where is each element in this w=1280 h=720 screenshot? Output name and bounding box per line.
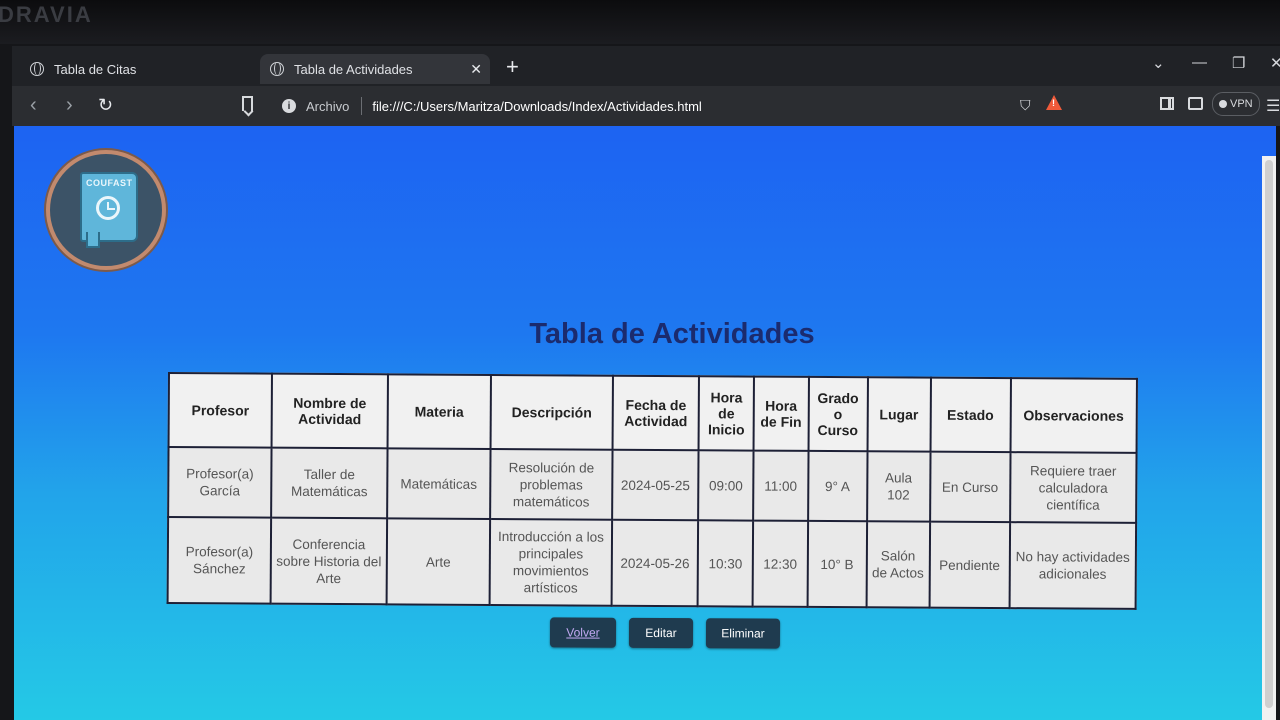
- editar-button[interactable]: Editar: [628, 617, 694, 649]
- tab-title: Tabla de Citas: [54, 61, 137, 77]
- table-cell: No hay actividades adicionales: [1009, 522, 1137, 609]
- wallet-icon[interactable]: [1188, 97, 1203, 110]
- close-tab-icon[interactable]: ✕: [470, 61, 482, 78]
- address-bar[interactable]: i Archivo file:///C:/Users/Maritza/Downl…: [274, 91, 1074, 121]
- sidebar-toggle-icon[interactable]: [1160, 97, 1174, 110]
- reload-button[interactable]: ↻: [98, 95, 113, 115]
- clock-icon: [96, 196, 120, 220]
- table-row: Profesor(a) Sánchez Conferencia sobre Hi…: [167, 517, 1137, 609]
- table-cell: 10° B: [807, 520, 867, 608]
- table-cell: 11:00: [753, 450, 809, 521]
- volver-button[interactable]: Volver: [549, 617, 617, 648]
- column-header: Materia: [387, 374, 491, 449]
- table-cell: Salón de Actos: [866, 521, 930, 608]
- forward-button[interactable]: ›: [66, 95, 73, 115]
- column-header: Descripción: [490, 374, 613, 450]
- eliminar-button[interactable]: Eliminar: [705, 618, 781, 649]
- tab-title: Tabla de Actividades: [294, 61, 413, 77]
- vpn-button[interactable]: VPN: [1212, 92, 1260, 116]
- restore-button[interactable]: ❐: [1232, 54, 1245, 72]
- menu-icon[interactable]: ☰: [1266, 96, 1280, 116]
- table-cell: Arte: [386, 518, 491, 605]
- column-header: Observaciones: [1010, 378, 1137, 453]
- info-icon[interactable]: i: [282, 99, 296, 113]
- bookmark-ribbon-icon: [86, 232, 100, 248]
- column-header: Estado: [930, 377, 1011, 453]
- scrollbar-thumb[interactable]: [1265, 160, 1273, 708]
- action-buttons: Volver Editar Eliminar: [549, 617, 781, 649]
- table-cell: Introducción a los principales movimient…: [489, 518, 613, 606]
- column-header: Grado o Curso: [808, 376, 868, 452]
- column-header: Nombre de Actividad: [271, 373, 388, 449]
- table-cell: Matemáticas: [386, 448, 491, 519]
- back-button[interactable]: ‹: [30, 95, 37, 115]
- table-cell: Conferencia sobre Historia del Arte: [270, 517, 387, 605]
- vpn-label: VPN: [1230, 98, 1253, 110]
- brave-shields-icon[interactable]: ⛉: [1020, 97, 1031, 114]
- tab-tabla-de-actividades[interactable]: Tabla de Actividades ✕: [260, 54, 490, 84]
- scheme-label: Archivo: [306, 98, 350, 114]
- table-cell: 2024-05-26: [611, 519, 699, 607]
- browser-toolbar: ‹ › ↻ i Archivo file:///C:/Users/Maritza…: [12, 86, 1280, 126]
- coufast-logo: COUFAST: [46, 150, 166, 270]
- globe-icon: [30, 62, 44, 76]
- vertical-scrollbar[interactable]: [1262, 156, 1276, 720]
- vpn-status-icon: [1219, 100, 1227, 108]
- monitor-brand-watermark: DRAVIA: [0, 2, 93, 27]
- table-header-row: Profesor Nombre de Actividad Materia Des…: [168, 373, 1137, 453]
- column-header: Profesor: [168, 373, 273, 448]
- page-title: Tabla de Actividades: [529, 318, 815, 350]
- tab-tabla-de-citas[interactable]: Tabla de Citas: [20, 54, 260, 84]
- new-tab-button[interactable]: +: [506, 56, 519, 78]
- table-cell: Profesor(a) García: [168, 447, 272, 518]
- page-content: COUFAST Tabla de Actividades Profesor No…: [14, 126, 1276, 720]
- column-header: Lugar: [867, 377, 931, 452]
- globe-icon: [270, 62, 284, 76]
- tab-bar: Tabla de Citas Tabla de Actividades ✕ + …: [12, 46, 1280, 86]
- logo-text: COUFAST: [86, 178, 133, 188]
- tab-search-chevron-icon[interactable]: ⌄: [1152, 54, 1165, 72]
- table-row: Profesor(a) García Taller de Matemáticas…: [168, 447, 1137, 523]
- column-header: Fecha de Actividad: [612, 375, 700, 451]
- table-cell: En Curso: [929, 451, 1011, 523]
- column-header: Hora de Inicio: [698, 376, 754, 451]
- table-cell: 9° A: [807, 450, 868, 522]
- table-cell: 09:00: [698, 450, 754, 521]
- bookmark-icon[interactable]: [242, 96, 253, 111]
- table-cell: 2024-05-25: [612, 449, 699, 521]
- table-cell: 10:30: [697, 520, 754, 607]
- monitor-bezel: DRAVIA: [0, 0, 1280, 44]
- table-cell: Aula 102: [866, 451, 931, 522]
- url-text[interactable]: file:///C:/Users/Maritza/Downloads/Index…: [372, 99, 701, 114]
- column-header: Hora de Fin: [753, 376, 809, 451]
- activities-table: Profesor Nombre de Actividad Materia Des…: [166, 372, 1138, 610]
- table-cell: Requiere traer calculadora científica: [1009, 452, 1137, 523]
- table-cell: Taller de Matemáticas: [271, 447, 388, 519]
- brave-rewards-icon[interactable]: [1046, 95, 1062, 110]
- minimize-button[interactable]: —: [1192, 54, 1207, 71]
- table-cell: 12:30: [752, 520, 808, 607]
- table-cell: Profesor(a) Sánchez: [167, 517, 272, 604]
- divider: [361, 97, 363, 115]
- table-cell: Resolución de problemas matemáticos: [490, 448, 613, 520]
- close-window-button[interactable]: ✕: [1270, 54, 1280, 72]
- table-cell: Pendiente: [929, 521, 1010, 609]
